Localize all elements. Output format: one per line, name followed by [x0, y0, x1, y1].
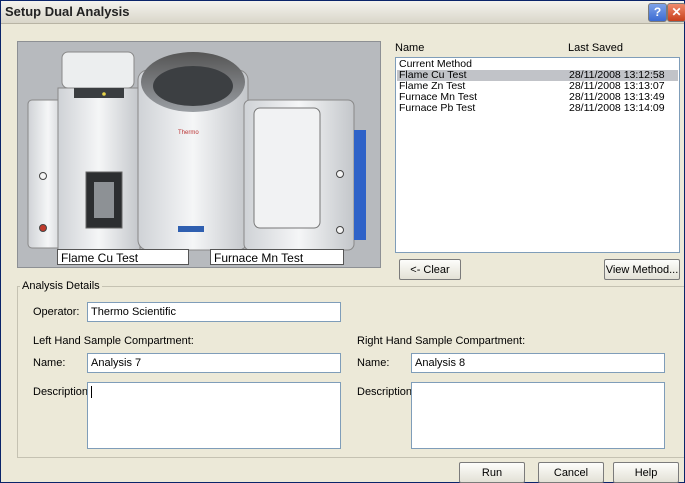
left-description-field[interactable] — [87, 382, 341, 449]
right-name-label: Name: — [357, 357, 390, 369]
column-header-last-saved[interactable]: Last Saved — [568, 42, 623, 54]
right-description-field[interactable] — [411, 382, 665, 449]
method-list[interactable]: Current Method Flame Cu Test 28/11/2008 1… — [395, 57, 680, 253]
window-title: Setup Dual Analysis — [5, 4, 130, 19]
left-name-field[interactable]: Analysis 7 — [87, 353, 341, 373]
list-item[interactable]: Furnace Pb Test 28/11/2008 13:14:09 — [397, 103, 678, 114]
help-button[interactable]: Help — [613, 462, 679, 483]
run-button[interactable]: Run — [459, 462, 525, 483]
view-method-button[interactable]: View Method... — [604, 259, 680, 280]
left-compartment-heading: Left Hand Sample Compartment: — [33, 335, 194, 347]
cancel-button[interactable]: Cancel — [538, 462, 604, 483]
right-method-caption: Furnace Mn Test — [210, 249, 344, 265]
left-method-caption: Flame Cu Test — [57, 249, 189, 265]
operator-label: Operator: — [33, 306, 80, 318]
operator-field[interactable]: Thermo Scientific — [87, 302, 341, 322]
close-icon[interactable]: ✕ — [667, 3, 685, 22]
instrument-illustration: Thermo — [18, 42, 380, 267]
left-description-label: Description: — [33, 386, 92, 398]
left-name-label: Name: — [33, 357, 66, 369]
right-name-field[interactable]: Analysis 8 — [411, 353, 665, 373]
right-compartment-heading: Right Hand Sample Compartment: — [357, 335, 526, 347]
instrument-image: Thermo Flame Cu Test Furnace Mn Test — [17, 41, 381, 268]
help-icon[interactable]: ? — [648, 3, 667, 22]
column-header-name[interactable]: Name — [395, 42, 424, 54]
title-bar[interactable]: Setup Dual Analysis ? ✕ — [1, 1, 685, 24]
brand-logo: Thermo — [178, 130, 199, 136]
clear-button[interactable]: <- Clear — [399, 259, 461, 280]
setup-dual-analysis-dialog: Setup Dual Analysis ? ✕ Thermo Flame Cu … — [0, 0, 685, 483]
analysis-details-label: Analysis Details — [20, 280, 102, 292]
right-description-label: Description: — [357, 386, 416, 398]
text-cursor — [91, 386, 92, 399]
